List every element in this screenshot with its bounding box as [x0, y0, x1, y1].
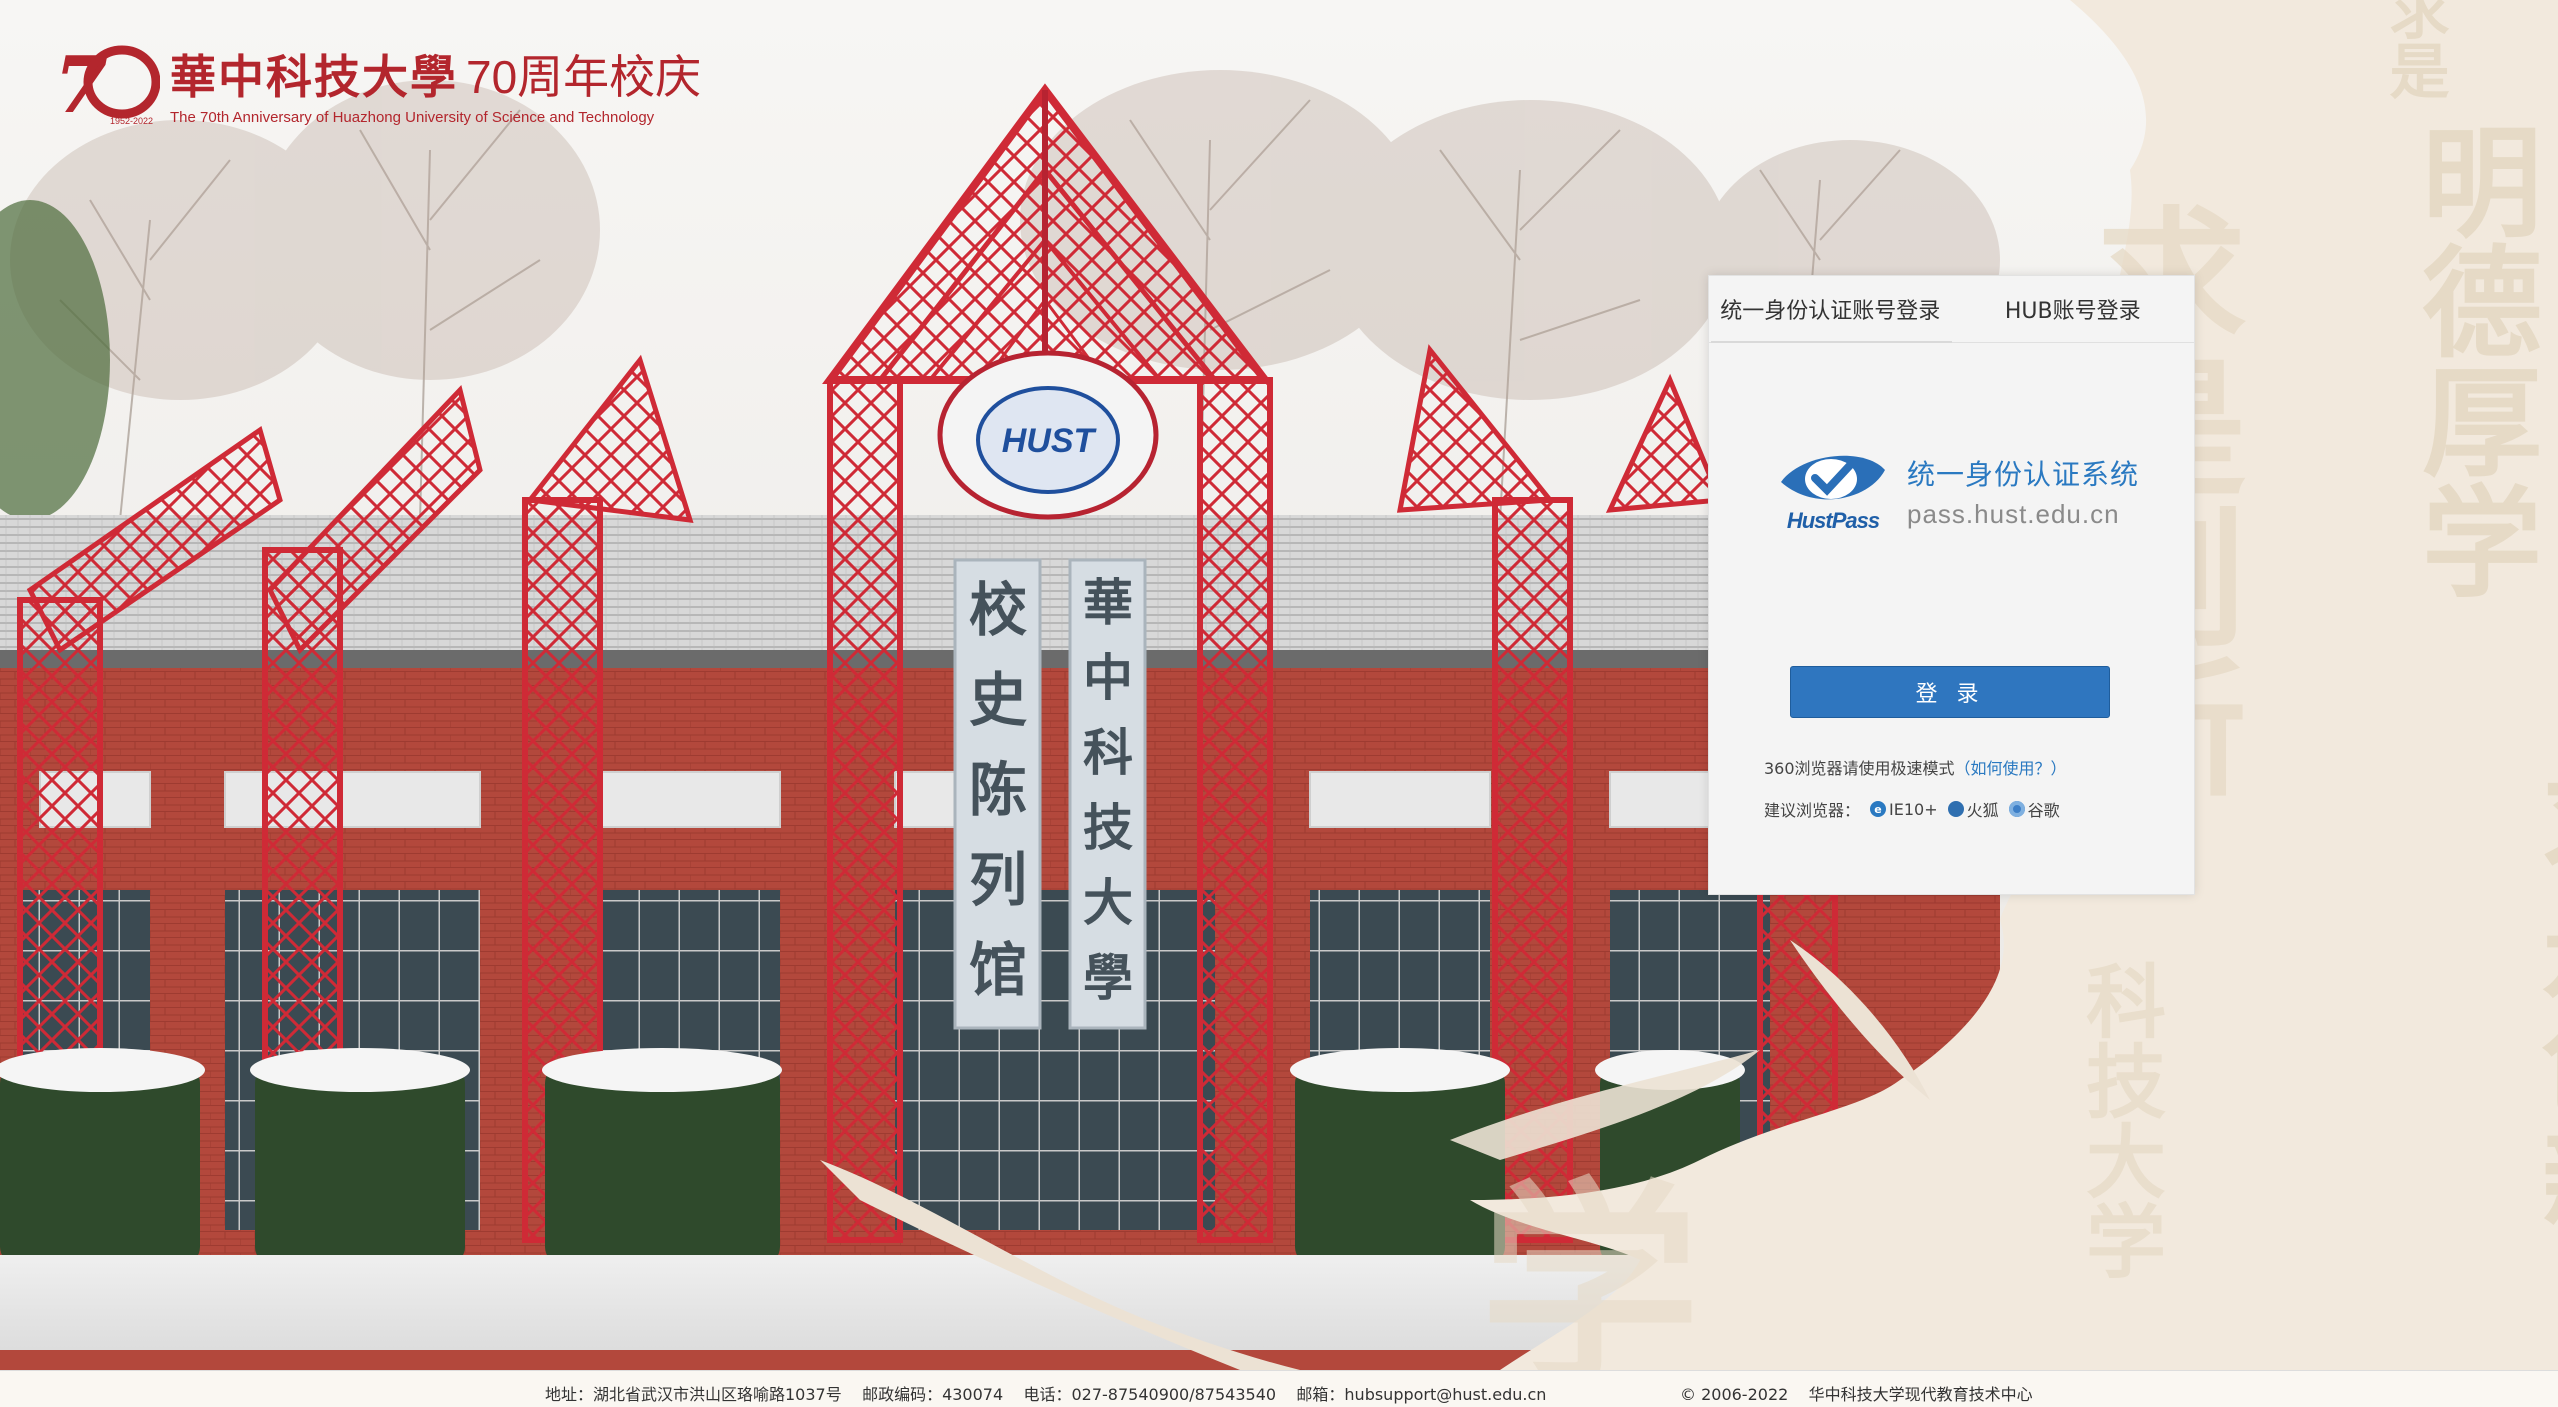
footer-address: 地址：湖北省武汉市洪山区珞喻路1037号 邮政编码：430074 电话：027-… — [545, 1385, 1547, 1404]
firefox-icon — [1947, 801, 1964, 817]
system-name: 统一身份认证系统 — [1907, 457, 2140, 491]
browser-chrome-label: 谷歌 — [2027, 801, 2060, 820]
chrome-icon — [2008, 801, 2025, 817]
login-button[interactable]: 登 录 — [1790, 666, 2110, 718]
anniversary-logo: 7 1952-2022 華中科技大學 70周年校庆 The 70th Anniv… — [50, 38, 701, 128]
tab-unified-auth[interactable]: 统一身份认证账号登录 — [1709, 276, 1952, 343]
browser-firefox-label: 火狐 — [1966, 801, 1999, 820]
footer-copyright: © 2006-2022 华中科技大学现代教育技术中心 — [1680, 1385, 2033, 1404]
anniversary-title: 70周年校庆 — [466, 50, 702, 103]
tab-hub-account[interactable]: HUB账号登录 — [1952, 276, 2195, 342]
calligraphy-column-1: 明德厚学 — [2401, 120, 2542, 600]
browser-firefox[interactable]: 火狐 — [1947, 797, 1999, 821]
browser-ie[interactable]: e IE10+ — [1870, 800, 1938, 819]
hustpass-logo: HustPass 统一身份认证系统 pass.hust.edu.cn — [1773, 448, 2139, 534]
calligraphy-small-top: 求是 — [2379, 0, 2449, 100]
browser-chrome[interactable]: 谷歌 — [2008, 797, 2060, 821]
tip-360-text: 360浏览器请使用极速模式 — [1764, 759, 1955, 778]
calligraphy-column-4: 科技大学 — [2073, 960, 2167, 1280]
calligraphy-column-2: 求是创新 — [2521, 760, 2558, 1240]
logo-years: 1952-2022 — [110, 116, 153, 126]
browser-ie-label: IE10+ — [1889, 799, 1938, 819]
login-panel: 统一身份认证账号登录 HUB账号登录 HustPass 统一身份认证系统 pas… — [1708, 275, 2195, 895]
checkmark-eye-icon — [1781, 455, 1885, 500]
seventy-emblem-icon: 7 1952-2022 — [54, 40, 160, 128]
system-url: pass.hust.edu.cn — [1907, 498, 2120, 529]
login-tabs: 统一身份认证账号登录 HUB账号登录 — [1709, 276, 2194, 343]
anniversary-subtitle: The 70th Anniversary of Huazhong Univers… — [170, 108, 655, 126]
hustpass-brand: HustPass — [1786, 508, 1880, 533]
browsers-label: 建议浏览器： — [1764, 801, 1861, 820]
footer: 地址：湖北省武汉市洪山区珞喻路1037号 邮政编码：430074 电话：027-… — [0, 1370, 2558, 1407]
browser-tip: 360浏览器请使用极速模式（如何使用？） — [1764, 755, 2067, 779]
recommended-browsers: 建议浏览器： e IE10+ 火狐 谷歌 — [1764, 797, 2060, 821]
university-name: 華中科技大學 — [170, 49, 458, 104]
ie-icon: e — [1870, 801, 1887, 817]
how-to-use-link[interactable]: （如何使用？） — [1955, 759, 2067, 778]
calligraphy-big-char: 学 — [1480, 1157, 1701, 1370]
